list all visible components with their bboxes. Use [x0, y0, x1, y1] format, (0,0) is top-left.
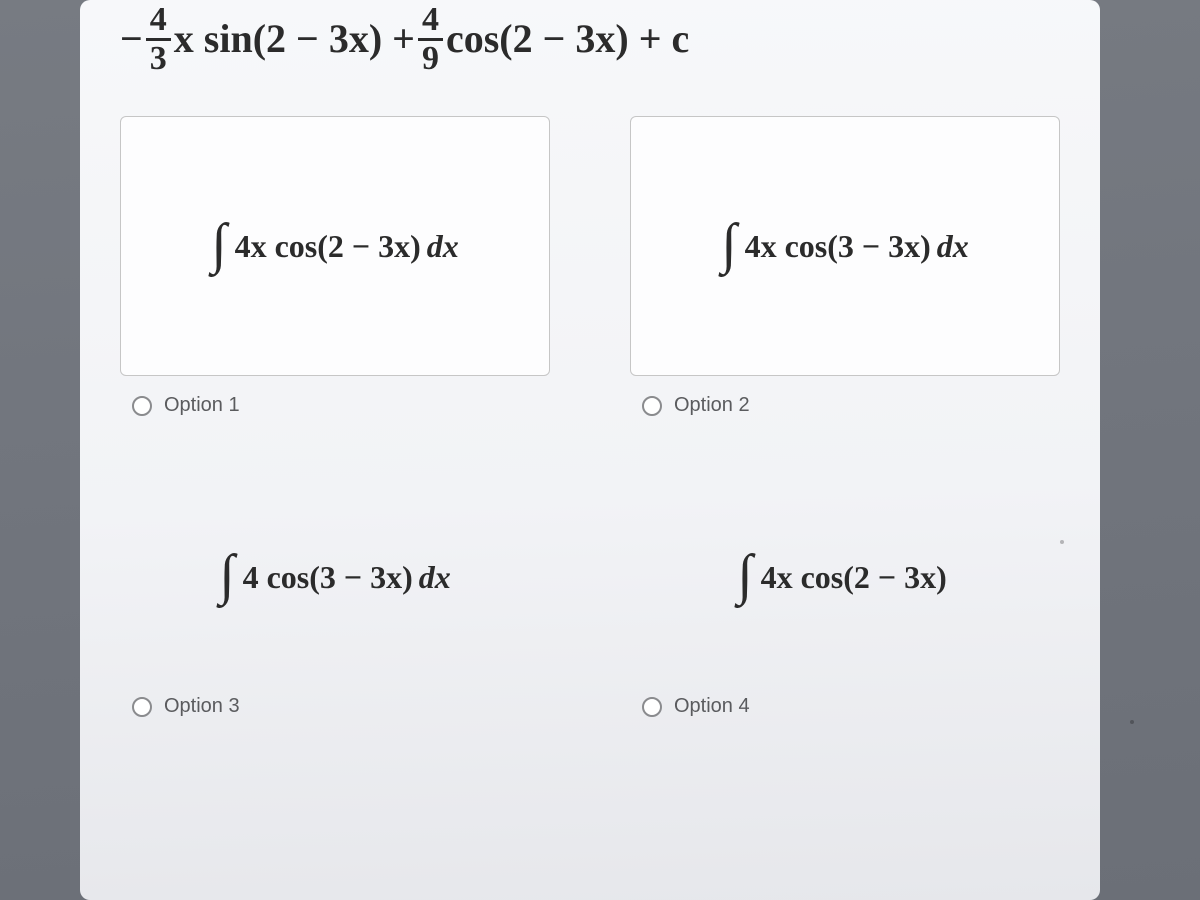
minus-sign: −	[120, 14, 143, 64]
option-card-3: ∫ 4 cos(3 − 3x) dx Option 3	[120, 477, 550, 718]
dx: dx	[419, 559, 451, 596]
integrand: 4x cos(2 − 3x)	[235, 228, 421, 265]
option-2-radio-row[interactable]: Option 2	[630, 394, 1060, 417]
integral-formula: ∫ 4x cos(3 − 3x) dx	[721, 214, 969, 278]
option-formula-box: ∫ 4x cos(3 − 3x) dx	[630, 116, 1060, 376]
numerator: 4	[418, 2, 443, 38]
dx: dx	[937, 228, 969, 265]
option-4-radio-row[interactable]: Option 4	[630, 695, 1060, 718]
integral-icon: ∫	[211, 212, 226, 276]
integral-icon: ∫	[737, 543, 752, 607]
integral-formula: ∫ 4x cos(2 − 3x)	[737, 545, 953, 609]
expr-part-2: cos(2 − 3x) + c	[446, 14, 689, 64]
radio-icon[interactable]	[642, 396, 662, 416]
given-expression: − 4 3 x sin(2 − 3x) + 4 9 cos(2 − 3x) + …	[120, 0, 1060, 76]
option-3-radio-row[interactable]: Option 3	[120, 695, 550, 718]
integral-formula: ∫ 4x cos(2 − 3x) dx	[211, 214, 459, 278]
fraction-4-3: 4 3	[146, 2, 171, 76]
option-formula-box: ∫ 4 cos(3 − 3x) dx	[120, 477, 550, 677]
integral-icon: ∫	[721, 212, 736, 276]
fraction-4-9: 4 9	[418, 2, 443, 76]
options-grid: ∫ 4x cos(2 − 3x) dx Option 1 ∫ 4x cos(3 …	[120, 116, 1060, 718]
option-1-radio-row[interactable]: Option 1	[120, 394, 550, 417]
question-panel: − 4 3 x sin(2 − 3x) + 4 9 cos(2 − 3x) + …	[80, 0, 1100, 900]
numerator: 4	[146, 2, 171, 38]
denominator: 3	[146, 41, 171, 77]
option-label: Option 3	[164, 695, 240, 718]
radio-icon[interactable]	[132, 396, 152, 416]
option-card-4: ∫ 4x cos(2 − 3x) Option 4	[630, 477, 1060, 718]
option-label: Option 1	[164, 394, 240, 417]
option-card-2: ∫ 4x cos(3 − 3x) dx Option 2	[630, 116, 1060, 417]
option-label: Option 2	[674, 394, 750, 417]
integral-formula: ∫ 4 cos(3 − 3x) dx	[219, 545, 451, 609]
artifact-speck	[1130, 720, 1134, 724]
integrand: 4 cos(3 − 3x)	[243, 559, 413, 596]
option-card-1: ∫ 4x cos(2 − 3x) dx Option 1	[120, 116, 550, 417]
integrand: 4x cos(3 − 3x)	[745, 228, 931, 265]
integrand: 4x cos(2 − 3x)	[761, 559, 947, 596]
artifact-speck	[1060, 540, 1064, 544]
radio-icon[interactable]	[132, 697, 152, 717]
radio-icon[interactable]	[642, 697, 662, 717]
option-formula-box: ∫ 4x cos(2 − 3x)	[630, 477, 1060, 677]
integral-icon: ∫	[219, 543, 234, 607]
dx: dx	[427, 228, 459, 265]
option-formula-box: ∫ 4x cos(2 − 3x) dx	[120, 116, 550, 376]
expr-part-1: x sin(2 − 3x) +	[174, 14, 415, 64]
denominator: 9	[418, 41, 443, 77]
option-label: Option 4	[674, 695, 750, 718]
